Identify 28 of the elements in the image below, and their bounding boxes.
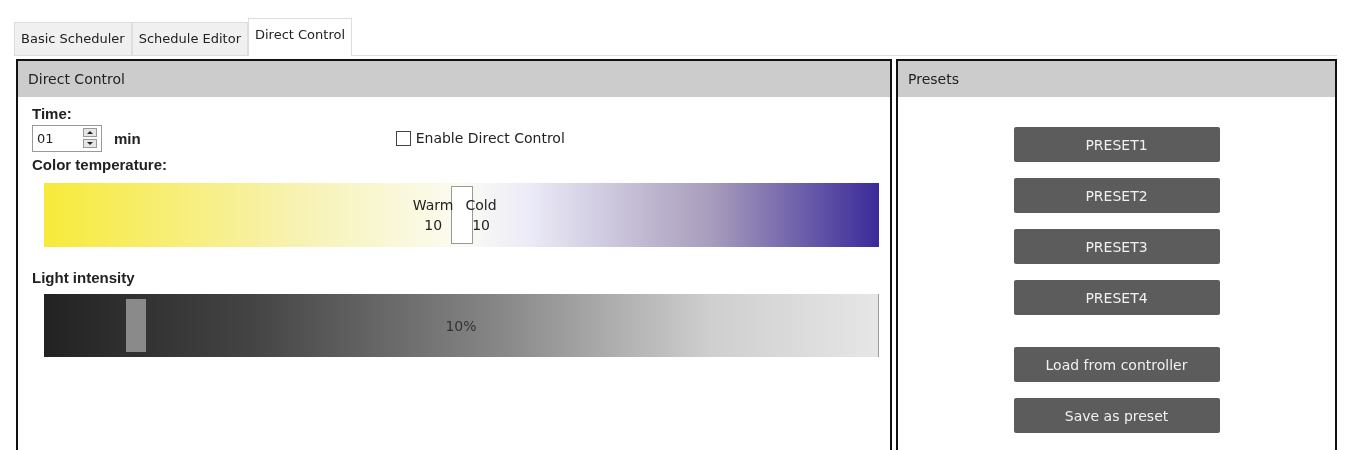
- enable-label: Enable Direct Control: [415, 130, 565, 146]
- color-temperature-slider[interactable]: Warm 10 Cold 10: [44, 183, 879, 247]
- light-intensity-label: Light intensity: [32, 269, 136, 286]
- light-intensity-slider[interactable]: 10%: [44, 294, 879, 357]
- tab[interactable]: Schedule Editor: [131, 22, 248, 55]
- time-unit: min: [114, 129, 141, 147]
- color-temperature-label: Color temperature:: [32, 156, 169, 173]
- enable-checkbox[interactable]: [395, 130, 411, 146]
- panel-header: Presets: [898, 61, 1335, 97]
- time-spinbox[interactable]: 01: [32, 124, 102, 152]
- spin-down-icon[interactable]: [83, 139, 97, 148]
- cold-value: 10: [472, 216, 490, 235]
- action-button[interactable]: Save as preset: [1013, 398, 1220, 433]
- warm-value: 10: [424, 216, 443, 235]
- time-label: Time:: [32, 105, 73, 122]
- cold-label: Cold: [465, 196, 497, 215]
- tab[interactable]: Basic Scheduler: [14, 22, 132, 55]
- preset-button[interactable]: PRESET3: [1013, 229, 1220, 264]
- panel-header: Direct Control: [18, 61, 890, 97]
- action-button[interactable]: Load from controller: [1013, 347, 1220, 382]
- tab[interactable]: Direct Control: [248, 18, 353, 56]
- preset-button[interactable]: PRESET4: [1013, 280, 1220, 315]
- warm-label: Warm: [412, 196, 454, 215]
- slider-thumb[interactable]: [125, 299, 146, 352]
- spin-up-icon[interactable]: [83, 128, 97, 137]
- preset-button[interactable]: PRESET1: [1013, 127, 1220, 162]
- intensity-reading: 10%: [445, 317, 477, 334]
- preset-button[interactable]: PRESET2: [1013, 178, 1220, 213]
